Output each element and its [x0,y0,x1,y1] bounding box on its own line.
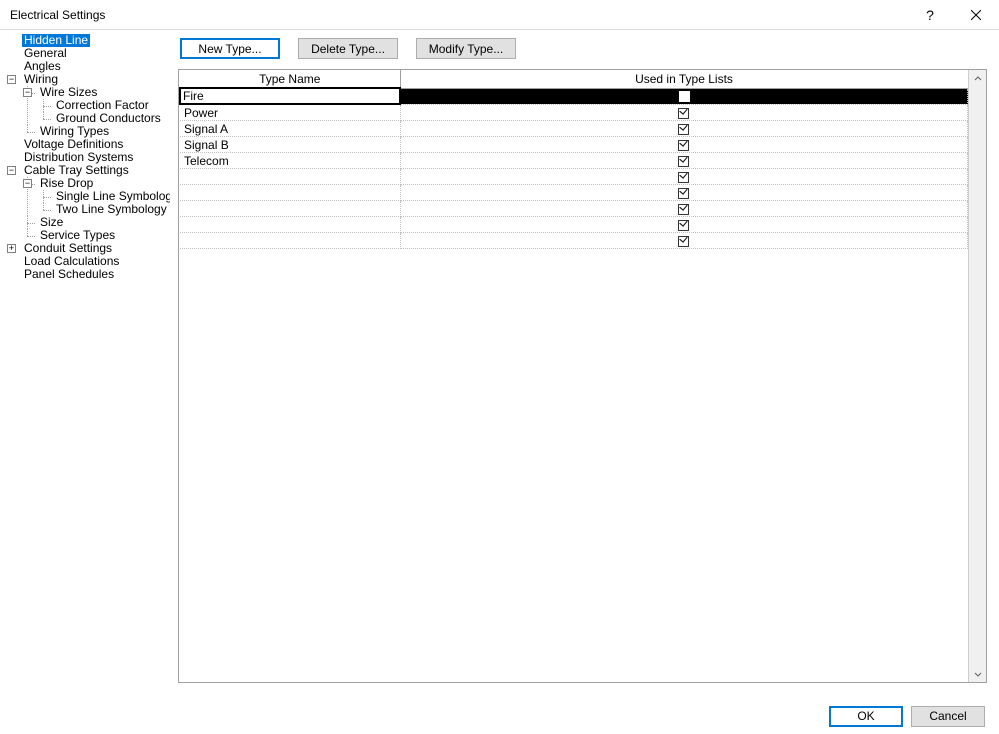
delete-type-button[interactable]: Delete Type... [298,38,398,59]
tree-item[interactable]: WiringWire SizesCorrection FactorGround … [6,73,164,138]
tree-item[interactable]: Rise DropSingle Line SymbologyTwo Line S… [22,177,164,216]
type-name-cell[interactable] [180,201,400,217]
table-row[interactable] [180,185,968,201]
settings-tree[interactable]: Hidden LineGeneralAnglesWiringWire Sizes… [0,30,170,698]
table-row[interactable]: Signal A [180,121,968,137]
type-name-cell[interactable] [180,217,400,233]
collapse-icon[interactable] [7,75,16,84]
expand-icon[interactable] [7,244,16,253]
type-name-cell[interactable]: Signal A [180,121,400,137]
tree-item[interactable]: Wire SizesCorrection FactorGround Conduc… [22,86,164,125]
used-in-lists-cell[interactable] [400,169,968,185]
used-in-lists-cell[interactable] [400,88,968,104]
tree-item-label[interactable]: Two Line Symbology [54,203,169,216]
table-row[interactable]: Signal B [180,137,968,153]
service-types-table[interactable]: Type Name Used in Type Lists FirePowerSi… [179,70,968,249]
checkbox-checked-icon[interactable] [678,108,689,119]
type-name-cell[interactable]: Signal B [180,137,400,153]
type-name-cell[interactable]: Fire [180,88,400,104]
type-name-cell[interactable] [180,233,400,249]
tree-item[interactable]: Panel Schedules [6,268,164,281]
table-row[interactable]: Fire [180,88,968,104]
type-name-cell[interactable] [180,185,400,201]
used-in-lists-cell[interactable] [400,104,968,121]
used-in-lists-cell[interactable] [400,137,968,153]
window-title: Electrical Settings [10,8,907,22]
checkbox-checked-icon[interactable] [678,124,689,135]
used-in-lists-cell[interactable] [400,217,968,233]
help-icon: ? [926,7,934,23]
tree-item[interactable]: Cable Tray SettingsRise DropSingle Line … [6,164,164,242]
table-row[interactable] [180,217,968,233]
scroll-up-button[interactable] [969,70,986,87]
checkbox-checked-icon[interactable] [678,236,689,247]
new-type-button[interactable]: New Type... [180,38,280,59]
table-row[interactable] [180,233,968,249]
type-name-cell[interactable]: Power [180,104,400,121]
chevron-up-icon [974,75,982,83]
scroll-down-button[interactable] [969,665,986,682]
table-row[interactable] [180,201,968,217]
chevron-down-icon [974,670,982,678]
collapse-icon[interactable] [23,179,32,188]
used-in-lists-cell[interactable] [400,153,968,169]
type-name-cell[interactable] [180,169,400,185]
ok-button[interactable]: OK [829,706,903,727]
modify-type-button[interactable]: Modify Type... [416,38,516,59]
table-row[interactable]: Power [180,104,968,121]
collapse-icon[interactable] [7,166,16,175]
checkbox-checked-icon[interactable] [678,172,689,183]
cancel-button[interactable]: Cancel [911,706,985,727]
table-row[interactable]: Telecom [180,153,968,169]
checkbox-checked-icon[interactable] [678,140,689,151]
table-row[interactable] [180,169,968,185]
used-in-lists-cell[interactable] [400,233,968,249]
checkbox-checked-icon[interactable] [678,204,689,215]
used-in-lists-cell[interactable] [400,185,968,201]
checkbox-checked-icon[interactable] [678,156,689,167]
collapse-icon[interactable] [23,88,32,97]
tree-item-label[interactable]: Panel Schedules [22,268,116,281]
checkbox-checked-icon[interactable] [678,220,689,231]
vertical-scrollbar[interactable] [968,70,986,682]
scroll-track[interactable] [969,87,986,665]
column-header-used[interactable]: Used in Type Lists [400,70,968,88]
checkbox-checked-icon[interactable] [679,91,690,102]
help-button[interactable]: ? [907,0,953,30]
type-name-cell[interactable]: Telecom [180,153,400,169]
checkbox-checked-icon[interactable] [678,188,689,199]
close-icon [971,10,981,20]
column-header-name[interactable]: Type Name [180,70,400,88]
close-button[interactable] [953,0,999,30]
used-in-lists-cell[interactable] [400,201,968,217]
used-in-lists-cell[interactable] [400,121,968,137]
